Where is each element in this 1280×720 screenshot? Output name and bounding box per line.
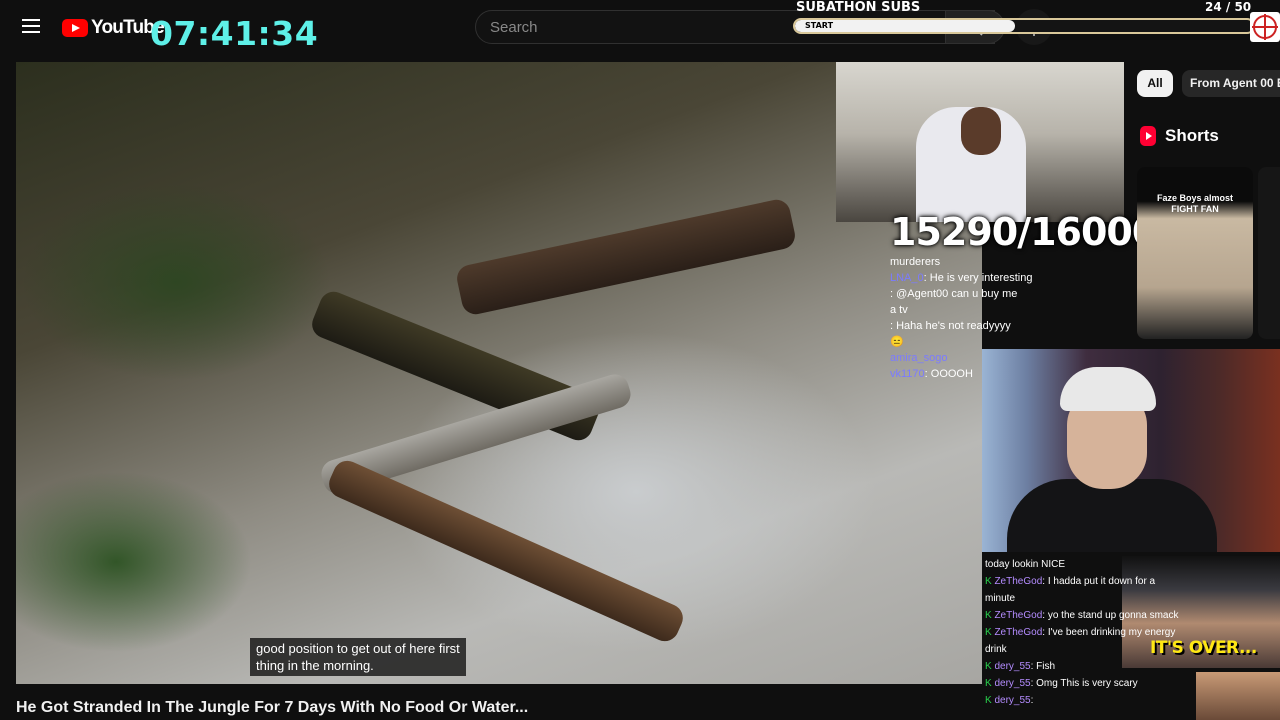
chat-line: K ZeTheGod: yo the stand up gonna smack — [985, 607, 1235, 624]
chat-line: : @Agent00 can u buy me — [890, 286, 1120, 302]
chat-message: : I've been drinking my energy — [1042, 627, 1176, 638]
reactor-cap — [1060, 367, 1156, 411]
chat-user: dery_55 — [994, 678, 1031, 689]
chat-user: ZeTheGod — [994, 610, 1043, 621]
chip-all[interactable]: All — [1137, 70, 1173, 97]
chat-message: murderers — [890, 256, 941, 268]
youtube-play-icon — [62, 19, 88, 37]
chat-line: 😑 — [890, 334, 1120, 350]
caption-line: good position to get out of here first — [256, 641, 460, 656]
crosshair-icon — [1250, 12, 1280, 42]
subathon-title: SUBATHON SUBS — [796, 0, 921, 15]
menu-icon[interactable] — [22, 19, 40, 33]
stream-timer: 07:41:34 — [150, 14, 319, 53]
chat-message: : I hadda put it down for a — [1042, 576, 1156, 587]
page: YouTube 07:41:34 Search SUBATHON SUBS 24… — [0, 0, 1280, 720]
chat-message: a tv — [890, 304, 908, 316]
subathon-start-label: START — [805, 21, 834, 30]
chat-message: : yo the stand up gonna smack — [1042, 610, 1179, 621]
caption-line: thing in the morning. — [256, 658, 374, 673]
chat-line: K dery_55: Fish — [985, 658, 1235, 675]
chat-message: : Omg This is very scary — [1030, 678, 1138, 689]
chat-user: ZeTheGod — [994, 576, 1043, 587]
jungle-log — [324, 456, 688, 646]
chat-line: K ZeTheGod: I've been drinking my energy — [985, 624, 1235, 641]
search-placeholder: Search — [490, 19, 538, 36]
chat-message: minute — [985, 593, 1016, 604]
chat-user: amira_sogo — [890, 352, 948, 364]
chat-line: K ZeTheGod: I hadda put it down for a — [985, 573, 1235, 590]
chat-line: a tv — [890, 302, 1120, 318]
chat-message: : @Agent00 can u buy me — [890, 288, 1018, 300]
subathon-progress-bar: START — [793, 18, 1255, 34]
jungle-log — [454, 197, 798, 317]
reactor-webcam — [982, 349, 1280, 552]
reactor-body — [1007, 479, 1217, 552]
chip-from-channel[interactable]: From Agent 00 E — [1182, 70, 1280, 97]
shorts-icon — [1140, 126, 1156, 146]
chat-user: ZeTheGod — [994, 627, 1043, 638]
chat-line: today lookin NICE — [985, 556, 1235, 573]
chat-line: drink — [985, 641, 1235, 658]
chat-user: LNA_0 — [890, 272, 924, 284]
shorts-label: Shorts — [1165, 126, 1219, 145]
subathon-count: 24 / 50 — [1205, 0, 1252, 14]
streamer-webcam — [836, 62, 1124, 222]
chat-line: K dery_55: Omg This is very scary — [985, 675, 1235, 692]
chat-line: LNA_0: He is very interesting — [890, 270, 1120, 286]
streamer-head — [961, 107, 1001, 155]
chat-user: dery_55 — [994, 661, 1031, 672]
chat-message: 😑 — [890, 336, 904, 348]
goal-counter: 15290/16000 — [890, 210, 1158, 254]
short-thumbnail[interactable] — [1258, 167, 1280, 339]
chat-line: murderers — [890, 254, 1120, 270]
chat-user: vk1170 — [890, 368, 925, 380]
chat-line: K dery_55: — [985, 692, 1235, 709]
chat-message: : OOOOH — [924, 368, 973, 380]
chat-message: : He is very interesting — [923, 272, 1033, 284]
youtube-logo[interactable]: YouTube — [62, 17, 165, 39]
chat-user: dery_55 — [994, 695, 1031, 706]
chat-message: drink — [985, 644, 1007, 655]
chat-line: minute — [985, 590, 1235, 607]
chat-message: : — [1030, 695, 1034, 706]
chat-line: : Haha he's not readyyyy — [890, 318, 1120, 334]
shorts-header: Shorts — [1140, 126, 1219, 146]
chat-message: today lookin NICE — [985, 559, 1066, 570]
short-thumbnail[interactable]: Faze Boys almost FIGHT FAN — [1137, 167, 1253, 339]
chat-message: : Fish — [1030, 661, 1056, 672]
chat-message: : Haha he's not readyyyy — [890, 320, 1011, 332]
chat-overlay-bottom: today lookin NICE K ZeTheGod: I hadda pu… — [985, 556, 1235, 709]
video-caption: good position to get out of here first t… — [250, 638, 466, 676]
video-title[interactable]: He Got Stranded In The Jungle For 7 Days… — [16, 699, 528, 717]
short-title: Faze Boys almost FIGHT FAN — [1156, 193, 1234, 214]
